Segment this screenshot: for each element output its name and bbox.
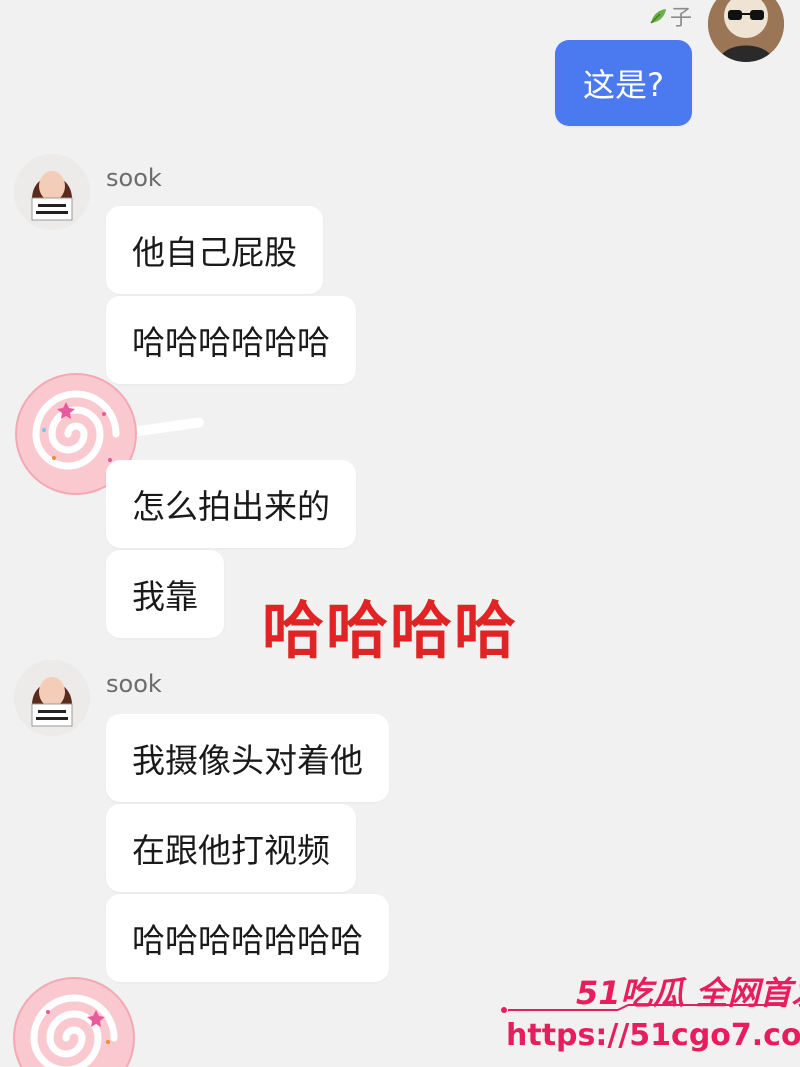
sender-avatar[interactable] — [14, 660, 90, 736]
overlay-caption: 哈哈哈哈 — [262, 594, 519, 667]
sender-avatar[interactable] — [14, 154, 90, 230]
self-sender-name: 子 — [648, 0, 692, 32]
watermark-divider — [501, 1003, 784, 1013]
sender-name: sook — [106, 670, 162, 698]
message-bubble[interactable]: 哈哈哈哈哈哈哈 — [106, 894, 389, 982]
sender-avatar-image — [14, 660, 90, 736]
sender-name: sook — [106, 164, 162, 192]
watermark-url: https://51cgo7.com — [506, 1018, 800, 1053]
self-avatar-image — [708, 0, 784, 62]
message-bubble[interactable]: 他自己屁股 — [106, 206, 323, 294]
lollipop-sticker — [13, 977, 135, 1067]
message-bubble[interactable]: 在跟他打视频 — [106, 804, 356, 892]
self-avatar[interactable] — [708, 0, 784, 62]
message-bubble[interactable]: 怎么拍出来的 — [106, 460, 356, 548]
chat-window: 子 这是? sook 他自己屁股 哈哈哈哈哈哈 怎么拍出来的 我靠 哈哈哈哈 s… — [0, 0, 800, 1067]
leaf-icon — [650, 9, 666, 24]
message-bubble[interactable]: 我摄像头对着他 — [106, 714, 389, 802]
sender-avatar-image — [14, 154, 90, 230]
self-name-text: 子 — [669, 6, 692, 31]
self-message-bubble[interactable]: 这是? — [555, 40, 692, 126]
message-bubble[interactable]: 我靠 — [106, 550, 224, 638]
